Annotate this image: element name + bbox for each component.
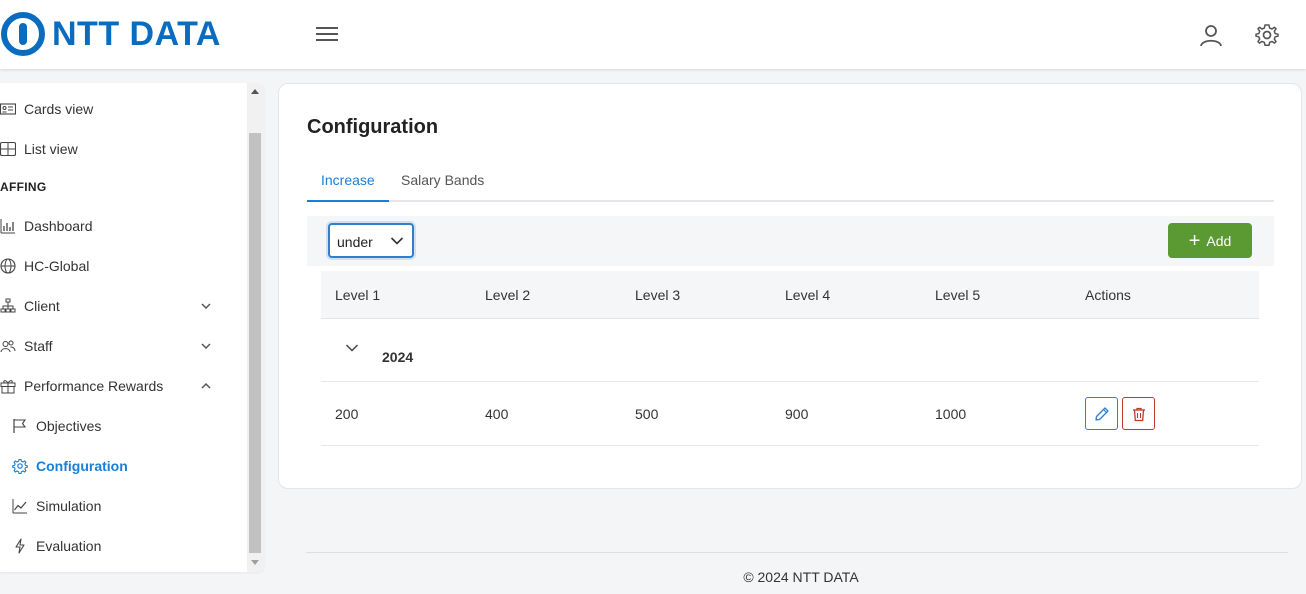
column-header: Level 2 [485,287,531,303]
add-button-label: Add [1206,232,1232,249]
group-row: 2024 [321,319,1259,382]
sidebar-item-label: Client [24,298,60,314]
id-card-icon [0,103,16,115]
sidebar-item-label: HC-Global [24,258,90,274]
trash-icon [1132,407,1145,421]
sidebar-item-client[interactable]: Client [0,286,244,326]
footer-divider [306,552,1288,553]
table-row: 200 400 500 900 1000 [321,382,1259,446]
hamburger-icon-line [316,27,338,29]
globe-icon [0,258,16,274]
sidebar-item-simulation[interactable]: Simulation [12,486,256,526]
chevron-down-icon[interactable] [345,343,359,353]
sidebar-section-title: AFFING [0,180,47,194]
tab-increase[interactable]: Increase [307,160,389,202]
sidebar-item-label: Objectives [36,418,102,434]
ntt-data-logo[interactable]: NTT DATA [0,12,221,56]
chevron-down-icon [201,343,211,350]
logo-text: NTT DATA [52,15,221,53]
sidebar: Cards view List view AFFING Dashboard HC… [0,83,264,572]
column-header: Actions [1085,287,1131,303]
sidebar-scrollbar[interactable] [247,83,264,572]
table-cell: 200 [335,406,359,422]
scroll-up-arrow-icon[interactable] [251,89,259,94]
sidebar-item-label: Configuration [36,458,128,474]
scrollbar-thumb[interactable] [249,133,261,553]
hamburger-menu-button[interactable] [312,22,342,48]
user-profile-button[interactable] [1198,22,1224,48]
chevron-up-icon [201,382,211,389]
delete-button[interactable] [1122,397,1155,430]
lightning-icon [15,538,25,554]
sidebar-item-hc-global[interactable]: HC-Global [0,246,244,286]
sitemap-icon [0,298,16,313]
top-header: NTT DATA [0,0,1306,69]
pencil-icon [1094,406,1109,421]
chevron-down-icon [201,303,211,310]
hamburger-icon-line [316,33,338,35]
sidebar-item-label: Cards view [24,101,94,117]
scroll-down-arrow-icon[interactable] [251,560,259,565]
sidebar-item-label: List view [24,141,78,157]
table-header: Level 1 Level 2 Level 3 Level 4 Level 5 … [321,271,1259,319]
column-header: Level 3 [635,287,681,303]
plus-icon: + [1188,229,1201,252]
sidebar-item-performance-rewards[interactable]: Performance Rewards [0,366,244,406]
table-toolbar: under + Add [307,216,1274,266]
sidebar-item-evaluation[interactable]: Evaluation [12,526,256,566]
gift-icon [0,380,16,394]
sidebar-item-label: Performance Rewards [24,378,164,394]
column-header: Level 1 [335,287,381,303]
edit-button[interactable] [1085,397,1118,430]
footer-copyright: © 2024 NTT DATA [743,569,859,585]
tab-bar: Increase Salary Bands [307,160,1274,202]
sidebar-item-list-view[interactable]: List view [0,129,244,169]
filter-select-value: under [337,234,373,250]
sidebar-item-label: Staff [24,338,53,354]
ntt-logo-ring-icon [1,12,45,56]
table-cell: 500 [635,406,659,422]
filter-select[interactable]: under [328,223,414,258]
table-cell: 900 [785,406,809,422]
group-label: 2024 [382,349,414,365]
sidebar-item-objectives[interactable]: Objectives [12,406,256,446]
sidebar-item-staff[interactable]: Staff [0,326,244,366]
gear-icon [12,458,28,474]
add-button[interactable]: + Add [1168,223,1252,258]
sidebar-item-label: Dashboard [24,218,93,234]
user-icon [1200,25,1222,47]
sidebar-item-label: Evaluation [36,538,102,554]
table-cell: 1000 [935,406,967,422]
sidebar-item-dashboard[interactable]: Dashboard [0,206,244,246]
column-header: Level 5 [935,287,981,303]
gear-icon [1255,24,1279,47]
settings-button[interactable] [1254,22,1280,48]
hamburger-icon-line [316,39,338,41]
page-title: Configuration [307,116,439,138]
bar-chart-icon [0,219,15,234]
tab-salary-bands[interactable]: Salary Bands [387,160,498,202]
column-header: Level 4 [785,287,831,303]
sidebar-item-label: Simulation [36,498,102,514]
flag-icon [13,419,27,433]
chevron-down-icon [390,237,404,245]
table-cell: 400 [485,406,509,422]
sidebar-item-cards-view[interactable]: Cards view [0,89,244,129]
sidebar-item-configuration[interactable]: Configuration [12,446,256,486]
line-chart-icon [12,499,27,514]
table-icon [0,141,16,157]
users-icon [0,340,16,353]
